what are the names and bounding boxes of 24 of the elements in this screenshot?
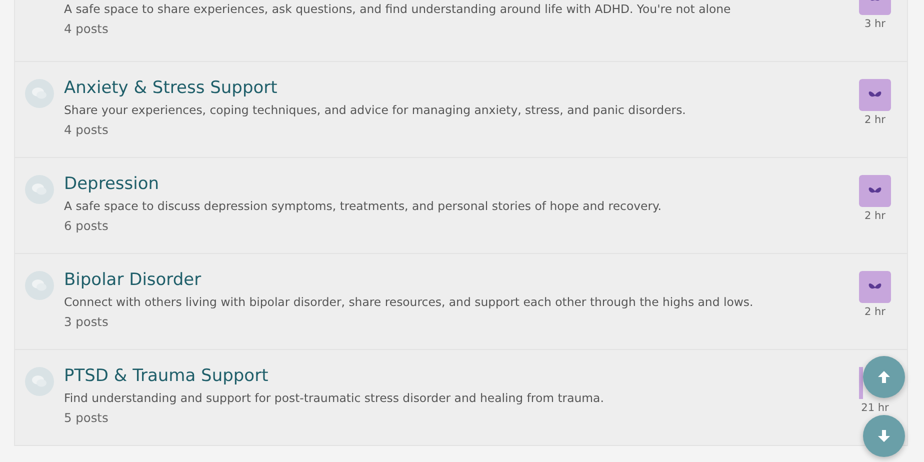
post-count: 4 posts [64,21,110,38]
post-count: 4 posts [64,122,110,139]
forum-description: Share your experiences, coping techniques, and advice for managing anxiety, stress, and panic disorders. [64,102,687,119]
butterfly-avatar[interactable] [859,79,891,111]
last-post-time: 21 hr [861,402,889,414]
post-count: 5 posts [64,410,110,427]
butterfly-avatar[interactable] [859,175,891,207]
last-post-time: 2 hr [864,114,886,126]
forum-title[interactable]: Depression [64,173,845,195]
forum-title[interactable]: Bipolar Disorder [64,269,845,291]
butterfly-avatar[interactable] [859,271,891,303]
arrow-up-icon [876,369,892,385]
forum-title[interactable]: Anxiety & Stress Support [64,77,845,99]
forum-description: Connect with others living with bipolar disorder, share resources, and support each other through the highs and lows. [64,294,754,311]
forum-title[interactable]: PTSD & Trauma Support [64,365,845,387]
post-count: 6 posts [64,218,110,235]
arrow-down-icon [876,428,892,444]
post-count: 3 posts [64,314,110,331]
forum-description: A safe space to discuss depression symptoms, treatments, and personal stories of hope and recovery. [64,198,662,215]
forum-description: A safe space to share experiences, ask questions, and find understanding around life with ADHD. You're not alone [64,1,732,18]
forum-description: Find understanding and support for post-traumatic stress disorder and healing from trauma. [64,390,605,407]
last-post-time: 3 hr [864,18,886,30]
last-post-time: 2 hr [864,210,886,222]
last-post-time: 2 hr [864,306,886,318]
